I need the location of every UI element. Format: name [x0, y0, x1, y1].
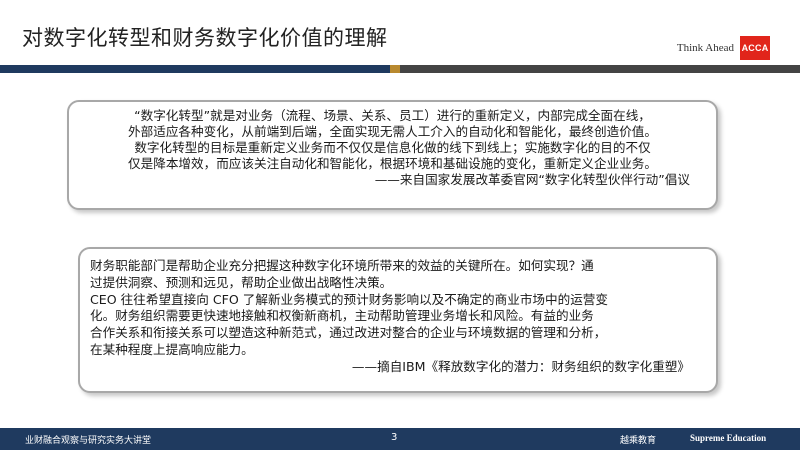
page-number: 3	[391, 432, 398, 443]
quote-line: CEO 往往希望直接向 CFO 了解新业务模式的预计财务影响以及不确定的商业市场…	[90, 291, 608, 307]
acca-logo: ACCA	[740, 36, 770, 60]
brand-tagline: Think Ahead	[676, 42, 734, 54]
quote-box-ibm: 财务职能部门是帮助企业充分把握这种数字化环境所带来的效益的关键所在。如何实现？通…	[78, 247, 718, 393]
quote-line: 在某种程度上提高响应能力。	[90, 341, 254, 357]
quote-box-ndrc: “数字化转型”就是对业务（流程、场景、关系、员工）进行的重新定义，内部完成全面在…	[67, 100, 718, 210]
quote-line: 过提供洞察、预测和远见，帮助企业做出战略性决策。	[90, 274, 393, 290]
header-bar-grey-segment	[400, 65, 800, 73]
quote-source: ——摘自IBM《释放数字化的潜力：财务组织的数字化重塑》	[351, 358, 690, 374]
quote-line: 外部适应各种变化，从前端到后端，全面实现无需人工介入的自动化和智能化，最终创造价…	[128, 124, 657, 139]
quote-line: 化。财务组织需要更快速地接触和权衡新商机，主动帮助管理业务增长和风险。有益的业务	[90, 308, 594, 324]
quote-source: ——来自国家发展改革委官网“数字化转型伙伴行动”倡议	[374, 172, 690, 187]
slide-title: 对数字化转型和财务数字化价值的理解	[22, 26, 388, 50]
header-divider-bar	[0, 65, 800, 73]
quote-line: 财务职能部门是帮助企业充分把握这种数字化环境所带来的效益的关键所在。如何实现？通	[90, 258, 594, 273]
footer-brand-en: Supreme Education	[690, 433, 767, 443]
quote-line: 合作关系和衔接关系可以塑造这种新范式，通过改进对整合的企业与环境数据的管理和分析…	[90, 325, 607, 341]
quote-line: 仅是降本增效，而应该关注自动化和智能化，根据环境和基础设施的变化，重新定义企业业…	[128, 156, 657, 171]
footer-brand-cn: 越乘教育	[620, 436, 657, 446]
brand-lockup: Think Ahead ACCA	[676, 36, 770, 60]
header-bar-gold-segment	[390, 65, 400, 73]
quote-line: 数字化转型的目标是重新定义业务而不仅仅是信息化做的线下到线上；实施数字化的目的不…	[134, 140, 651, 155]
footer-course-title: 业财融合观察与研究实务大讲堂	[25, 436, 152, 446]
header-bar-navy-segment	[0, 65, 390, 73]
footer-bar: 业财融合观察与研究实务大讲堂 3 越乘教育 Supreme Education	[0, 428, 800, 450]
quote-line: “数字化转型”就是对业务（流程、场景、关系、员工）进行的重新定义，内部完成全面在…	[134, 108, 651, 123]
